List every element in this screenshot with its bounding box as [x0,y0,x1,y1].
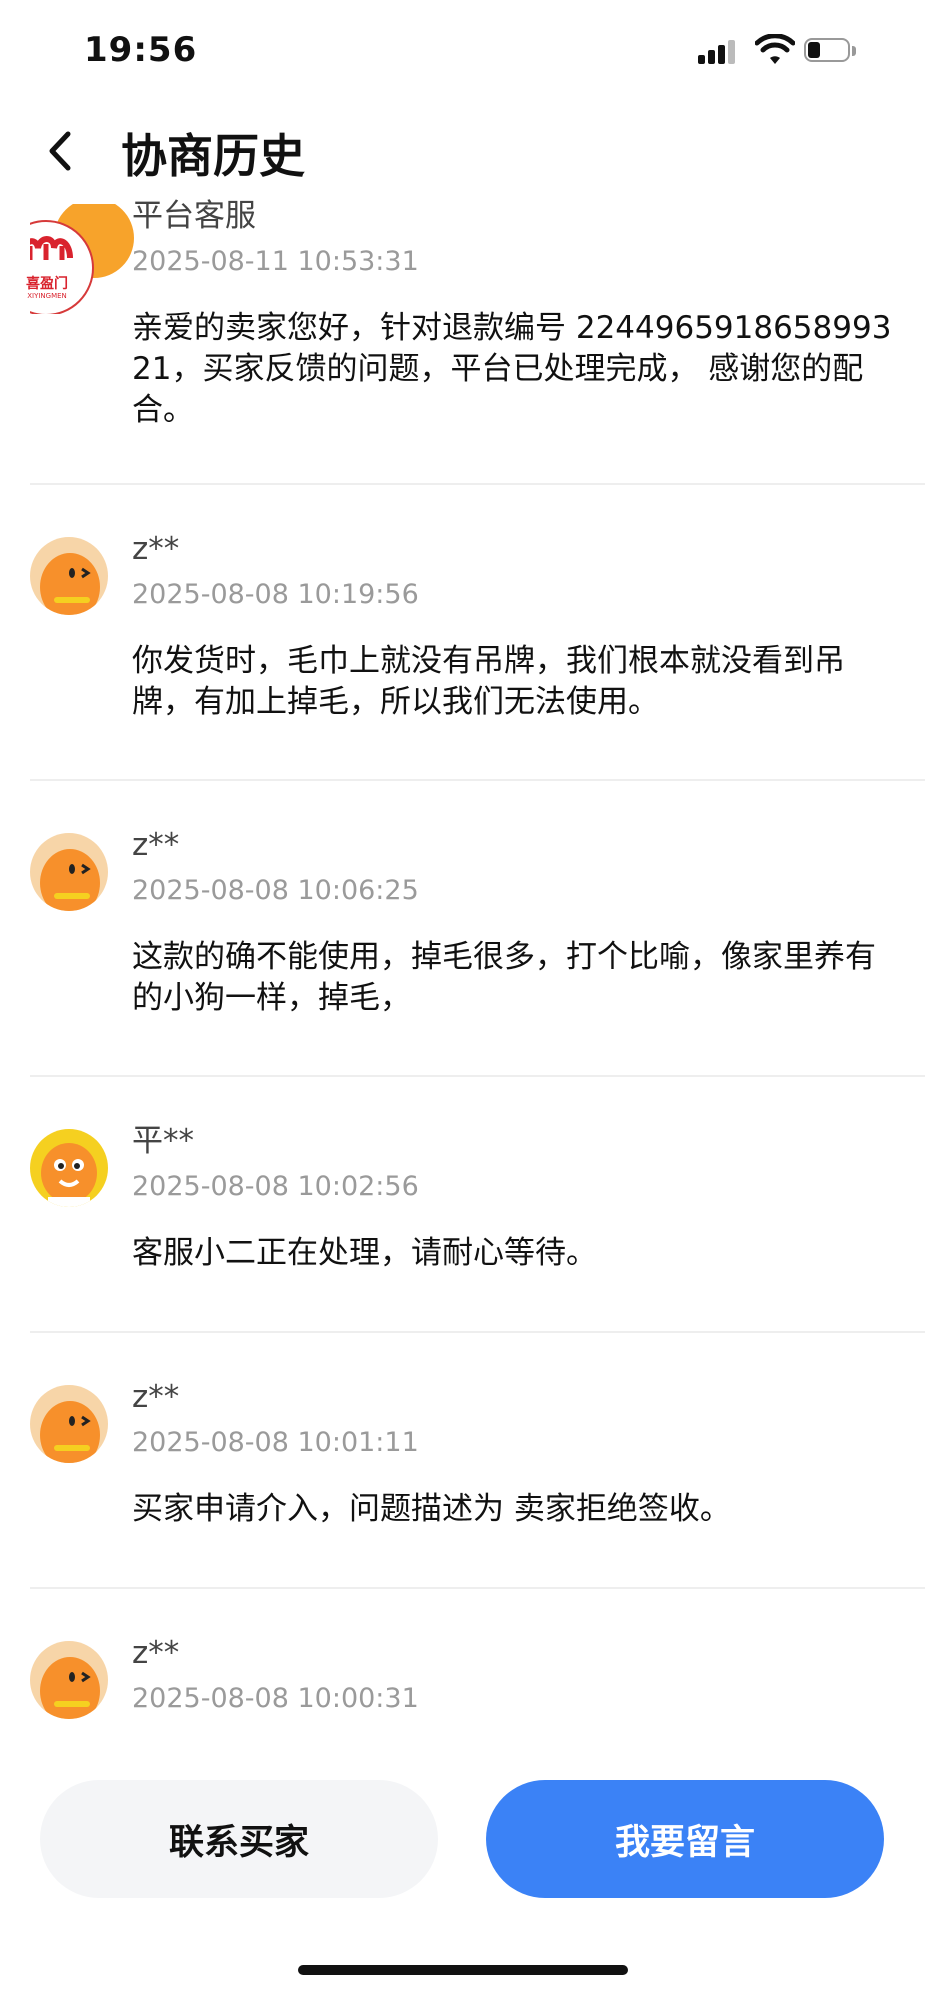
status-bar: 19:56 [0,0,925,100]
entry-name: 平台客服 [132,198,256,234]
cellular-signal-icon [698,40,740,64]
page-title: 协商历史 [121,129,305,183]
mascot-avatar-icon [30,1385,108,1463]
logo-text: 喜盈门 [26,276,68,292]
logo-subtext: XIYINGMEN [27,292,67,300]
history-entry: z** 2025-08-08 10:01:11 买家申请介入，问题描述为 卖家拒… [30,1333,925,1589]
entry-message: 你发货时，毛巾上就没有吊牌，我们根本就没看到吊牌，有加上掉毛，所以我们无法使用。 [132,643,845,720]
entry-message: 客服小二正在处理，请耐心等待。 [132,1235,597,1271]
user-avatar [30,1641,108,1719]
user-avatar [30,1385,108,1463]
entry-message: 这款的确不能使用，掉毛很多，打个比喻，像家里养有的小狗一样，掉毛， [132,939,876,1016]
entry-message: 亲爱的卖家您好，针对退款编号 224496591865899321，买家反馈的问… [132,310,892,428]
history-entry: z** 2025-08-08 10:06:25 这款的确不能使用，掉毛很多，打个… [30,781,925,1077]
user-avatar [30,1129,108,1207]
mascot-avatar-icon [30,537,108,615]
entry-name: 平** [132,1123,194,1159]
battery-icon [804,38,858,64]
user-avatar [30,537,108,615]
history-entry: z** 2025-08-08 10:19:56 你发货时，毛巾上就没有吊牌，我们… [30,485,925,781]
platform-service-avatar: 喜盈门 XIYINGMEN [0,198,140,316]
negotiation-history-list[interactable]: 喜盈门 XIYINGMEN 平台客服 2025-08-11 10:53:31 亲… [0,192,925,1732]
entry-time: 2025-08-08 10:00:31 [132,1683,419,1714]
history-entry: z** 2025-08-08 10:00:31 [30,1589,925,1732]
bottom-action-bar: 联系买家 我要留言 [0,1780,925,1900]
entry-time: 2025-08-08 10:06:25 [132,875,419,906]
entry-time: 2025-08-08 10:02:56 [132,1171,419,1202]
entry-name: z** [132,1635,180,1671]
entry-name: z** [132,827,180,863]
wifi-icon [755,34,795,64]
contact-buyer-button[interactable]: 联系买家 [40,1780,438,1898]
entry-name: z** [132,1379,180,1415]
status-time: 19:56 [84,30,198,70]
entry-time: 2025-08-08 10:01:11 [132,1427,419,1458]
leave-message-button[interactable]: 我要留言 [486,1780,884,1898]
mascot-avatar-icon [30,1641,108,1719]
nav-bar: 协商历史 [0,108,925,192]
home-indicator[interactable] [298,1965,628,1975]
entry-time: 2025-08-11 10:53:31 [132,246,419,277]
history-entry: 平** 2025-08-08 10:02:56 客服小二正在处理，请耐心等待。 [30,1077,925,1333]
history-entry: 喜盈门 XIYINGMEN 平台客服 2025-08-11 10:53:31 亲… [0,192,925,485]
back-arrow-icon[interactable] [40,126,80,176]
user-avatar [30,833,108,911]
mascot-avatar-icon [30,833,108,911]
entry-time: 2025-08-08 10:19:56 [132,579,419,610]
mascot-avatar-icon [30,1129,108,1207]
entry-name: z** [132,531,180,567]
entry-message: 买家申请介入，问题描述为 卖家拒绝签收。 [132,1491,731,1527]
